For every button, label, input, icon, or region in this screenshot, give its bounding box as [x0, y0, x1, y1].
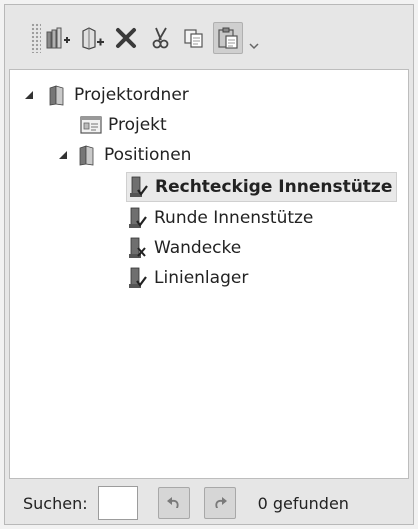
chevron-down-icon — [249, 43, 259, 50]
copy-button[interactable] — [179, 22, 209, 54]
undo-arrow-icon — [166, 497, 179, 508]
toolbar-grip[interactable] — [31, 23, 41, 53]
cut-button[interactable] — [145, 22, 175, 54]
tree-node-projekt[interactable]: Projekt — [80, 110, 167, 140]
tree-node-position[interactable]: Rechteckige Innenstütze — [126, 172, 398, 202]
new-item-button[interactable] — [77, 22, 107, 54]
tree-node-label: Runde Innenstütze — [154, 208, 314, 228]
tree-node-label: Linienlager — [154, 268, 249, 288]
folder-icon — [76, 144, 98, 166]
search-input[interactable] — [97, 486, 138, 520]
copy-icon — [184, 29, 203, 48]
column-check-icon — [126, 207, 148, 229]
column-check-icon — [126, 267, 148, 289]
search-previous-button[interactable] — [157, 487, 190, 519]
tree-node-position[interactable]: Runde Innenstütze — [126, 203, 313, 233]
tree-node-label: Wandecke — [154, 238, 242, 258]
search-next-button[interactable] — [203, 487, 236, 519]
tree-view: Projektordner Projekt Positionen Rechtec… — [9, 69, 409, 479]
tree-node-projektordner[interactable]: Projektordner — [22, 80, 189, 110]
tree-node-position[interactable]: Wandecke — [126, 233, 241, 263]
delete-icon — [116, 28, 136, 48]
search-result-count: 0 gefunden — [257, 493, 349, 513]
tree-node-label: Rechteckige Innenstütze — [155, 177, 393, 197]
tree-node-position[interactable]: Linienlager — [126, 263, 248, 293]
delete-button[interactable] — [111, 22, 141, 54]
paste-button[interactable] — [213, 22, 243, 54]
folder-icon — [46, 84, 68, 106]
new-folder-button[interactable] — [43, 22, 73, 54]
column-x-icon — [126, 237, 148, 259]
search-bar: Suchen: 0 gefunden — [9, 483, 409, 523]
toolbar — [11, 11, 409, 65]
new-folder-icon — [46, 27, 70, 49]
redo-arrow-icon — [214, 497, 227, 508]
project-window-icon — [80, 114, 102, 136]
tree-node-label: Projektordner — [74, 85, 189, 105]
tree-node-positionen[interactable]: Positionen — [56, 140, 191, 170]
collapse-arrow-icon[interactable] — [22, 88, 36, 102]
column-check-icon — [127, 176, 149, 198]
tree-node-label: Positionen — [104, 145, 192, 165]
positions-panel: Projektordner Projekt Positionen Rechtec… — [4, 4, 414, 525]
paste-icon — [218, 27, 238, 49]
new-item-icon — [82, 27, 104, 50]
tree-node-label: Projekt — [108, 115, 167, 135]
toolbar-overflow-button[interactable] — [247, 22, 261, 54]
search-label: Suchen: — [23, 493, 88, 513]
collapse-arrow-icon[interactable] — [56, 148, 70, 162]
cut-icon — [152, 27, 169, 49]
